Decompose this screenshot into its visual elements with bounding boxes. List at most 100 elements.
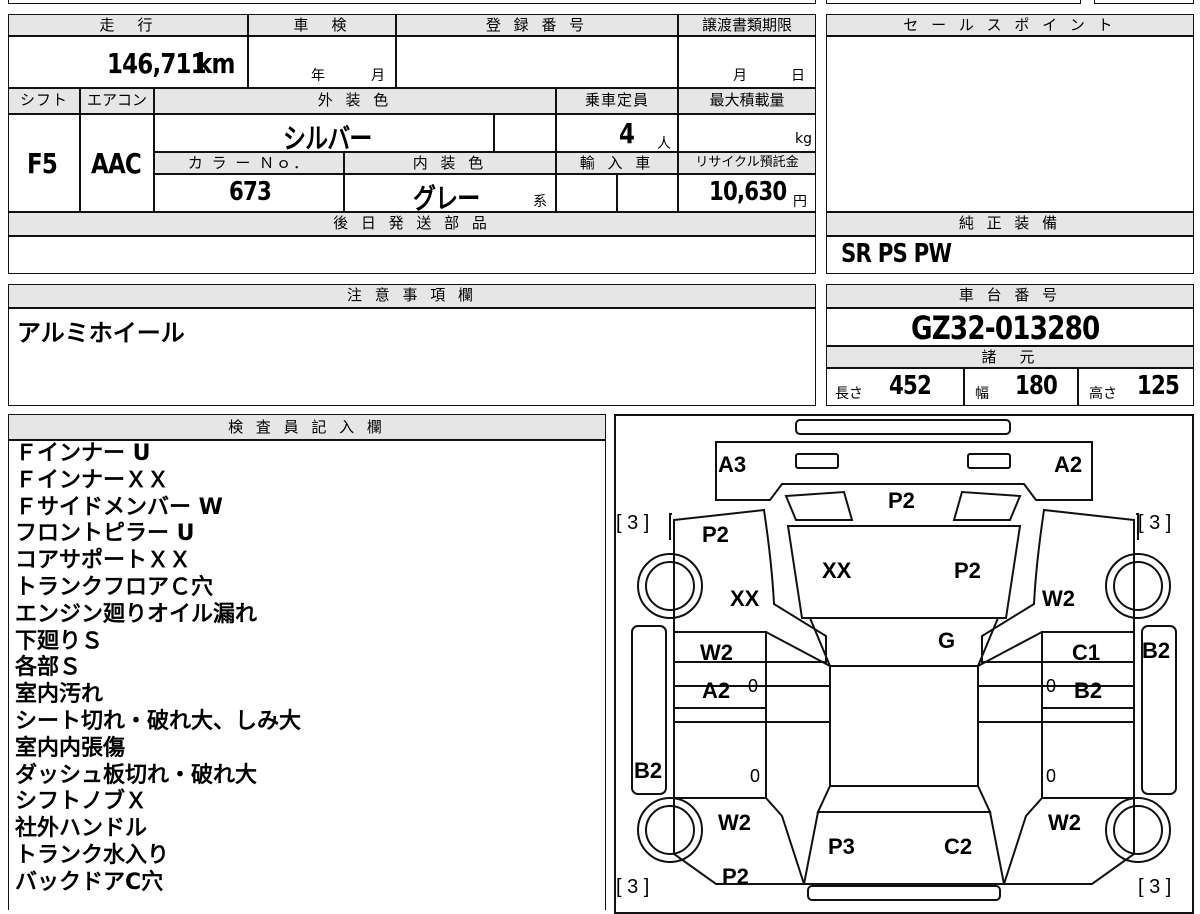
headlamp-right — [967, 453, 1011, 469]
wheel-front-right-outer — [1105, 553, 1171, 619]
inspector-line: ＦインナーＸＸ — [15, 467, 170, 493]
left-pillar-front — [765, 631, 831, 667]
tire-label-rear-left: [ 3 ] — [616, 876, 650, 898]
specs-height-label: 高さ — [1089, 386, 1117, 402]
later-parts-cell — [8, 236, 816, 274]
rear-window — [816, 785, 992, 813]
shift-cell: F5 — [8, 114, 80, 212]
max-load-header: 最大積載量 — [678, 88, 816, 114]
zero-right-rear: 0 — [1046, 766, 1057, 786]
notes-header: 注 意 事 項 欄 — [8, 284, 816, 308]
inspection-year-label: 年 — [311, 68, 325, 84]
damage-c2: C2 — [944, 834, 973, 859]
ac-value: AAC — [91, 147, 142, 180]
mileage-unit: km — [197, 47, 235, 80]
headlamp-left — [795, 453, 839, 469]
max-load-unit: kg — [795, 131, 812, 147]
tire-label-front-right: [ 3 ] — [1138, 512, 1172, 534]
interior-color-value: グレー — [413, 182, 480, 212]
damage-a2-left-door: A2 — [702, 678, 731, 703]
max-load-cell: kg — [678, 114, 816, 152]
bracket-fl — [669, 513, 672, 540]
damage-a3: A3 — [718, 452, 747, 477]
exterior-color-value: シルバー — [283, 122, 372, 152]
damage-xx-hood: XX — [822, 558, 852, 583]
specs-height-cell: 高さ 125 — [1078, 368, 1194, 406]
inspector-line: 室内汚れ — [15, 682, 104, 708]
zero-left-rear: 0 — [750, 766, 761, 786]
capacity-unit: 人 — [657, 136, 671, 152]
inspector-line: 室内内張傷 — [15, 735, 126, 761]
inspection-header: 車 検 — [248, 14, 396, 36]
inspector-line: バックドアC穴 — [15, 869, 164, 895]
shift-value: F5 — [27, 147, 58, 180]
capacity-cell: 4 人 — [556, 114, 678, 152]
inspector-line: Ｆインナー U — [15, 441, 151, 466]
inspector-cell: Ｆインナー U ＦインナーＸＸ Ｆサイドメンバー W フロントピラー U コアサ… — [8, 440, 606, 910]
recycle-value: 10,630 — [709, 177, 787, 207]
ac-cell: AAC — [80, 114, 154, 212]
inspector-line: ダッシュ板切れ・破れ大 — [15, 762, 258, 788]
equipment-cell: SR PS PW — [826, 236, 1194, 274]
inspector-line: 社外ハンドル — [15, 816, 148, 842]
mileage-value: 146,711 — [107, 47, 207, 80]
inspector-line: トランク水入り — [15, 842, 170, 868]
wheel-rear-left-inner — [645, 805, 695, 855]
grille-right — [952, 490, 1022, 521]
wheel-rear-right-inner — [1113, 805, 1163, 855]
damage-b2-right-side: B2 — [1142, 638, 1171, 663]
specs-length-cell: 長さ 452 — [826, 368, 964, 406]
specs-width-label: 幅 — [975, 386, 989, 402]
inspector-line: 下廻りＳ — [15, 628, 104, 654]
exterior-extra-cell — [494, 114, 556, 152]
capacity-header: 乗車定員 — [556, 88, 678, 114]
damage-w2-front-right: W2 — [1042, 586, 1075, 611]
transfer-month-label: 月 — [733, 68, 747, 84]
import-header: 輸 入 車 — [556, 152, 678, 174]
wheel-front-left-inner — [645, 561, 695, 611]
exterior-color-header: 外 装 色 — [154, 88, 556, 114]
transfer-deadline-header: 譲渡書類期限 — [678, 14, 816, 36]
damage-p2-top: P2 — [888, 488, 915, 513]
specs-length-value: 452 — [889, 371, 932, 401]
equipment-header: 純 正 装 備 — [826, 212, 1194, 236]
right-pillar-front — [977, 631, 1043, 667]
specs-width-cell: 幅 180 — [964, 368, 1078, 406]
damage-xx-front-left: XX — [730, 586, 760, 611]
grille-left — [784, 490, 854, 521]
inspector-line: フロントピラー U — [15, 521, 195, 547]
interior-color-header: 内 装 色 — [344, 152, 556, 174]
specs-height-value: 125 — [1137, 371, 1180, 401]
notes-value: アルミホイール — [17, 319, 185, 347]
recycle-cell: 10,630 円 — [678, 174, 816, 212]
capacity-value: 4 — [619, 117, 635, 150]
transfer-day-label: 日 — [791, 68, 805, 84]
color-no-value: 673 — [229, 177, 272, 207]
roof — [829, 665, 979, 787]
shift-header: シフト — [8, 88, 80, 114]
import-cell-b — [617, 174, 678, 212]
inspection-month-label: 月 — [371, 68, 385, 84]
damage-w2-rear-right: W2 — [1048, 810, 1081, 835]
wheel-rear-right-outer — [1105, 797, 1171, 863]
ac-header: エアコン — [80, 88, 154, 114]
damage-b2-right-door: B2 — [1074, 678, 1103, 703]
inspector-line: Ｆサイドメンバー W — [15, 494, 223, 520]
registration-cell — [396, 36, 678, 88]
specs-length-label: 長さ — [835, 386, 863, 402]
tire-label-front-left: [ 3 ] — [616, 512, 650, 534]
chassis-cell: GZ32-013280 — [826, 308, 1194, 346]
inspector-line: 各部Ｓ — [15, 655, 82, 681]
windshield — [808, 617, 1000, 667]
notes-cell: アルミホイール — [8, 308, 816, 406]
right-top-remnant-2 — [1094, 0, 1194, 4]
damage-p2-hood: P2 — [954, 558, 981, 583]
mileage-header: 走 行 — [8, 14, 248, 36]
inspector-line: シフトノブＸ — [15, 789, 148, 815]
wheel-rear-left-outer — [637, 797, 703, 863]
rear-bumper-bar — [807, 885, 1001, 901]
transfer-deadline-cell: 月 日 — [678, 36, 816, 88]
top-remnant-cell — [8, 0, 816, 4]
damage-w2-left-door: W2 — [700, 640, 733, 665]
zero-left-door: 0 — [748, 676, 759, 696]
